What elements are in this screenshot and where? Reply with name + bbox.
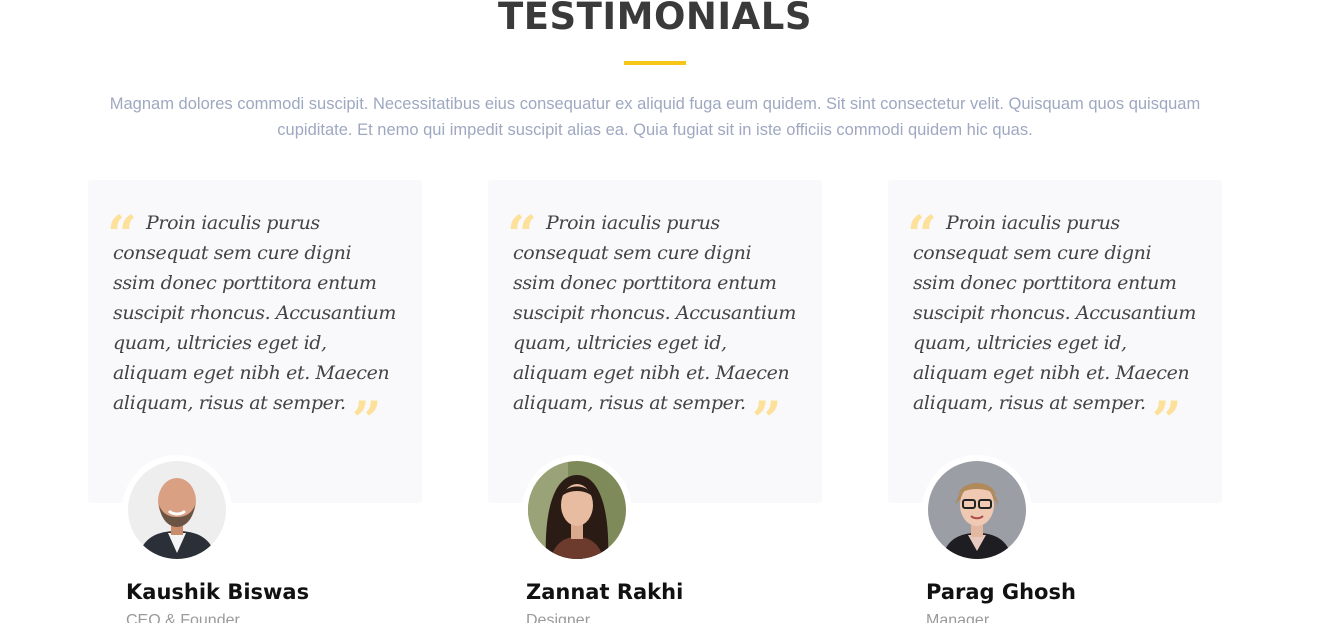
- avatar-zannat-rakhi: [528, 461, 626, 559]
- section-title: TESTIMONIALS: [497, 0, 813, 38]
- quote-text: Proin iaculis purus consequat sem cure d…: [913, 212, 1196, 414]
- quote-text: Proin iaculis purus consequat sem cure d…: [513, 212, 796, 414]
- avatar-parag-ghosh: [928, 461, 1026, 559]
- author-name: Zannat Rakhi: [526, 580, 684, 604]
- author-role: Manager: [926, 612, 990, 623]
- author-role: Designer: [526, 612, 591, 623]
- avatar: [922, 455, 1032, 565]
- avatar: [122, 455, 232, 565]
- quote-text: Proin iaculis purus consequat sem cure d…: [113, 212, 396, 414]
- title-underline: [624, 61, 686, 65]
- section-intro: Magnam dolores commodi suscipit. Necessi…: [109, 95, 1201, 139]
- testimonial-card: “Proin iaculis purus consequat sem cure …: [488, 180, 822, 503]
- author-name: Parag Ghosh: [926, 580, 1076, 604]
- avatar-kaushik-biswas: [128, 461, 226, 559]
- testimonial-quote: “Proin iaculis purus consequat sem cure …: [107, 205, 396, 452]
- author-name: Kaushik Biswas: [126, 580, 310, 604]
- testimonial-quote: “Proin iaculis purus consequat sem cure …: [507, 205, 796, 452]
- testimonials-section: TESTIMONIALS Magnam dolores commodi susc…: [0, 0, 1328, 623]
- author-role: CEO & Founder: [126, 612, 240, 623]
- testimonial-card: “Proin iaculis purus consequat sem cure …: [888, 180, 1222, 503]
- avatar: [522, 455, 632, 565]
- testimonial-card: “Proin iaculis purus consequat sem cure …: [88, 180, 422, 503]
- testimonial-quote: “Proin iaculis purus consequat sem cure …: [907, 205, 1196, 452]
